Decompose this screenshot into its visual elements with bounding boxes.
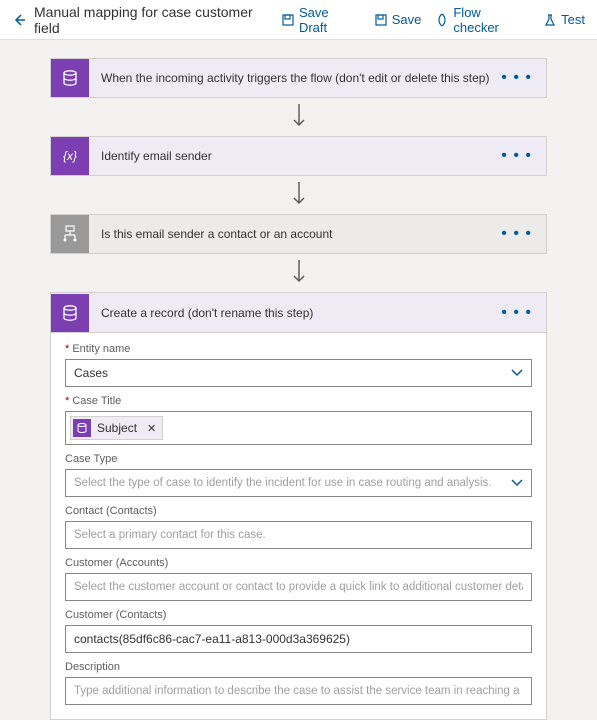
field-customer-accounts-label: Customer (Accounts): [65, 557, 532, 569]
field-case-title-label: * Case Title: [65, 395, 532, 407]
case-type-select[interactable]: Select the type of case to identify the …: [65, 469, 532, 497]
chip-label: Subject: [97, 421, 137, 435]
field-entity: * Entity name Cases: [65, 343, 532, 387]
test-icon: [543, 13, 557, 27]
field-description: Description Type additional information …: [65, 661, 532, 705]
arrow-down-icon: [50, 254, 547, 292]
subject-chip[interactable]: Subject ✕: [70, 416, 163, 440]
field-customer-contacts: Customer (Contacts) contacts(85df6c86-ca…: [65, 609, 532, 653]
chip-remove-icon[interactable]: ✕: [147, 422, 156, 435]
step-condition[interactable]: Is this email sender a contact or an acc…: [50, 214, 547, 254]
arrow-down-icon: [50, 176, 547, 214]
arrow-left-icon: [12, 13, 26, 27]
database-icon: [73, 419, 91, 437]
contact-input[interactable]: Select a primary contact for this case.: [65, 521, 532, 549]
customer-contacts-input[interactable]: contacts(85df6c86-cac7-ea11-a813-000d3a3…: [65, 625, 532, 653]
field-case-title: * Case Title Subject ✕: [65, 395, 532, 445]
step-create-card: Create a record (don't rename this step)…: [50, 292, 547, 720]
toolbar: Save Draft Save Flow checker Test: [281, 5, 585, 35]
field-case-type-label: Case Type: [65, 453, 532, 465]
step-trigger-label: When the incoming activity triggers the …: [89, 71, 501, 85]
test-button[interactable]: Test: [543, 5, 585, 35]
test-label: Test: [561, 12, 585, 27]
arrow-down-icon: [50, 98, 547, 136]
field-entity-label: * Entity name: [65, 343, 532, 355]
contact-placeholder: Select a primary contact for this case.: [74, 529, 266, 541]
step-condition-label: Is this email sender a contact or an acc…: [89, 227, 501, 241]
page-title: Manual mapping for case customer field: [34, 4, 281, 36]
customer-accounts-placeholder: Select the customer account or contact t…: [74, 581, 523, 593]
case-type-placeholder: Select the type of case to identify the …: [74, 477, 491, 489]
back-button[interactable]: Manual mapping for case customer field: [12, 4, 281, 36]
field-customer-accounts: Customer (Accounts) Select the customer …: [65, 557, 532, 601]
field-case-type: Case Type Select the type of case to ide…: [65, 453, 532, 497]
flow-checker-icon: [435, 13, 449, 27]
top-bar: Manual mapping for case customer field S…: [0, 0, 597, 40]
save-draft-button[interactable]: Save Draft: [281, 5, 360, 35]
case-title-input[interactable]: Subject ✕: [65, 411, 532, 445]
save-icon: [374, 13, 388, 27]
step-create-header[interactable]: Create a record (don't rename this step)…: [51, 293, 546, 333]
flow-canvas: When the incoming activity triggers the …: [0, 40, 597, 720]
step-create-label: Create a record (don't rename this step): [89, 306, 501, 320]
step-identify-label: Identify email sender: [89, 149, 501, 163]
condition-icon: [51, 215, 89, 253]
save-draft-label: Save Draft: [299, 5, 360, 35]
field-description-label: Description: [65, 661, 532, 673]
field-customer-contacts-label: Customer (Contacts): [65, 609, 532, 621]
card-body: * Entity name Cases * Case Title Subject…: [51, 333, 546, 719]
customer-accounts-input[interactable]: Select the customer account or contact t…: [65, 573, 532, 601]
description-placeholder: Type additional information to describe …: [74, 685, 523, 697]
database-icon: [51, 294, 89, 332]
field-contact: Contact (Contacts) Select a primary cont…: [65, 505, 532, 549]
save-button[interactable]: Save: [374, 5, 422, 35]
save-draft-icon: [281, 13, 295, 27]
variable-icon: {x}: [51, 137, 89, 175]
database-icon: [51, 59, 89, 97]
step-trigger[interactable]: When the incoming activity triggers the …: [50, 58, 547, 98]
svg-text:{x}: {x}: [63, 149, 77, 163]
entity-select[interactable]: Cases: [65, 359, 532, 387]
step-identify[interactable]: {x} Identify email sender • • •: [50, 136, 547, 176]
customer-contacts-value: contacts(85df6c86-cac7-ea11-a813-000d3a3…: [74, 632, 350, 646]
entity-value: Cases: [74, 366, 108, 380]
save-label: Save: [392, 12, 422, 27]
flow-checker-label: Flow checker: [453, 5, 529, 35]
field-contact-label: Contact (Contacts): [65, 505, 532, 517]
flow-checker-button[interactable]: Flow checker: [435, 5, 529, 35]
chevron-down-icon: [511, 479, 523, 487]
description-input[interactable]: Type additional information to describe …: [65, 677, 532, 705]
chevron-down-icon: [511, 369, 523, 377]
